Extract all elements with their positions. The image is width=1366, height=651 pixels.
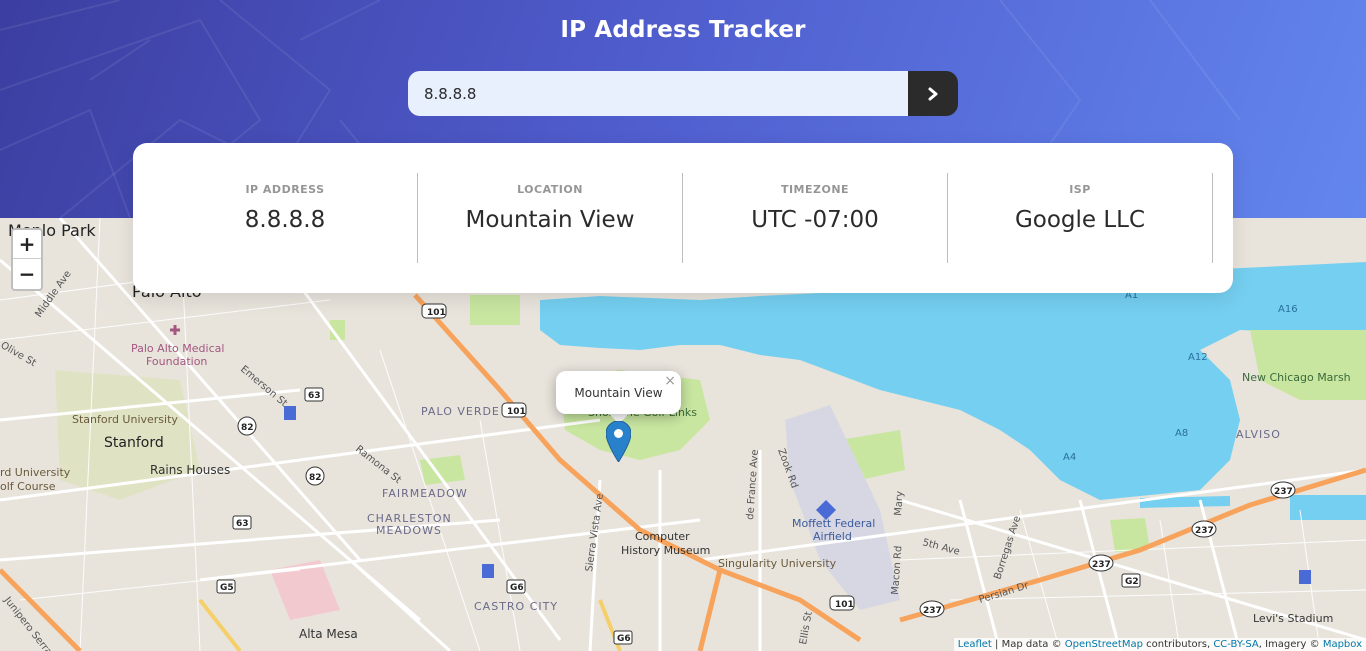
map-label: Mary xyxy=(893,491,906,517)
info-location: LOCATION Mountain View xyxy=(418,173,683,263)
osm-link[interactable]: OpenStreetMap xyxy=(1065,639,1143,650)
ip-info-card: IP ADDRESS 8.8.8.8 LOCATION Mountain Vie… xyxy=(133,143,1233,293)
info-value: 8.8.8.8 xyxy=(244,207,326,233)
map-label: Singularity University xyxy=(718,557,837,570)
route-shield: 101 xyxy=(507,407,526,417)
map-label: FAIRMEADOW xyxy=(382,487,468,500)
map-label: A16 xyxy=(1278,304,1298,315)
route-shield: G6 xyxy=(510,583,524,593)
ip-search-input[interactable] xyxy=(408,71,908,116)
info-label: LOCATION xyxy=(517,183,583,196)
route-shield: G6 xyxy=(617,634,631,644)
info-isp: ISP Google LLC xyxy=(948,173,1213,263)
popup-close-button[interactable]: × xyxy=(664,373,676,389)
location-popup: Mountain View × xyxy=(556,371,681,414)
map-label: New Chicago Marsh xyxy=(1242,371,1351,384)
route-shield: 82 xyxy=(241,423,254,433)
leaflet-link[interactable]: Leaflet xyxy=(958,639,992,650)
route-shield: 237 xyxy=(1092,560,1111,570)
route-shield: G2 xyxy=(1125,577,1139,587)
map-label: Foundation xyxy=(146,355,207,368)
map-label: Palo Alto Medical xyxy=(131,342,224,355)
info-label: IP ADDRESS xyxy=(245,183,325,196)
ccbysa-link[interactable]: CC-BY-SA xyxy=(1213,639,1258,650)
map-label: A12 xyxy=(1188,352,1208,363)
map-label: A8 xyxy=(1175,428,1188,439)
map-label: olf Course xyxy=(0,480,56,493)
attribution-text: | Map data © xyxy=(991,639,1065,650)
route-shield: 101 xyxy=(835,600,854,610)
location-marker-icon[interactable] xyxy=(606,421,631,462)
route-shield: 101 xyxy=(427,308,446,318)
map-label: History Museum xyxy=(621,544,710,557)
route-shield: 82 xyxy=(309,473,322,483)
map-label: Stanford University xyxy=(72,413,178,426)
map-label: PALO VERDE xyxy=(421,405,500,418)
route-shield: G5 xyxy=(220,583,234,593)
map-label: CASTRO CITY xyxy=(474,600,558,613)
map-label: A4 xyxy=(1063,452,1076,463)
map-label: MEADOWS xyxy=(376,524,442,537)
route-shield: 237 xyxy=(1274,487,1293,497)
map-label: Moffett Federal xyxy=(792,517,875,530)
map-label: Stanford xyxy=(104,435,164,451)
map-label: Levi's Stadium xyxy=(1253,612,1333,625)
search-submit-button[interactable] xyxy=(908,71,958,116)
info-label: ISP xyxy=(1069,183,1091,196)
info-value: Google LLC xyxy=(1014,207,1146,233)
attribution-text: contributors, xyxy=(1142,639,1214,650)
map-label: rd University xyxy=(0,466,71,479)
info-timezone: TIMEZONE UTC -07:00 xyxy=(683,173,948,263)
info-ip-address: IP ADDRESS 8.8.8.8 xyxy=(153,173,418,263)
map-label: ALVISO xyxy=(1236,428,1281,441)
zoom-in-button[interactable]: + xyxy=(13,230,41,259)
route-shield: 237 xyxy=(1195,526,1214,536)
attribution-text: , Imagery © xyxy=(1258,639,1323,650)
zoom-control: + − xyxy=(11,228,43,291)
map-label: Alta Mesa xyxy=(299,627,358,641)
map-label: Computer xyxy=(635,530,690,543)
chevron-right-icon xyxy=(928,87,938,100)
map-attribution: Leaflet | Map data © OpenStreetMap contr… xyxy=(953,638,1366,651)
mapbox-link[interactable]: Mapbox xyxy=(1323,639,1362,650)
search-form xyxy=(408,71,958,116)
info-label: TIMEZONE xyxy=(780,183,850,196)
info-value: Mountain View xyxy=(465,207,635,233)
popup-text: Mountain View xyxy=(574,385,663,400)
route-shield: 237 xyxy=(923,606,942,616)
route-shield: 63 xyxy=(308,391,321,401)
info-value: UTC -07:00 xyxy=(751,207,879,233)
zoom-out-button[interactable]: − xyxy=(13,259,41,288)
map-label: Airfield xyxy=(813,530,852,543)
route-shield: 63 xyxy=(236,519,249,529)
page-title: IP Address Tracker xyxy=(560,17,806,43)
map-label: Rains Houses xyxy=(150,463,230,477)
